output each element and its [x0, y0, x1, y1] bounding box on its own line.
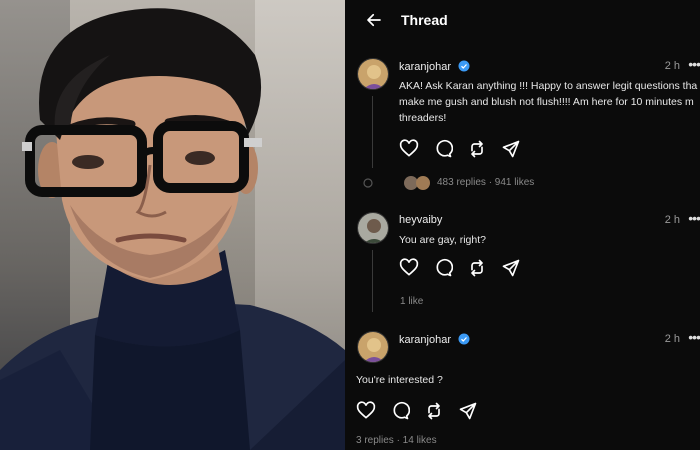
thread-line [372, 250, 373, 312]
repost-icon[interactable] [424, 401, 444, 421]
timestamp: 2 h [664, 214, 680, 226]
username[interactable]: karanjohar [399, 333, 470, 346]
reply-avatars [363, 175, 435, 191]
post-text: AKA! Ask Karan anything !!! Happy to ans… [399, 78, 700, 126]
share-icon[interactable] [458, 401, 478, 421]
post-stats[interactable]: 1 like [400, 296, 423, 307]
verified-icon [458, 60, 470, 72]
share-icon[interactable] [501, 258, 521, 278]
repost-icon[interactable] [467, 139, 487, 159]
thread-line [372, 96, 373, 168]
thread-panel: Thread karanjohar 2 h ••• AKA! Ask Karan… [345, 0, 700, 450]
post-text-line: You are gay, right? [399, 234, 486, 246]
timestamp: 2 h [664, 60, 680, 72]
username-text[interactable]: karanjohar [399, 61, 451, 73]
repost-icon[interactable] [467, 258, 487, 278]
timestamp: 2 h [664, 333, 680, 345]
username-text[interactable]: karanjohar [399, 334, 451, 346]
post-stats[interactable]: 483 replies · 941 likes [437, 177, 534, 188]
comment-icon[interactable] [390, 401, 410, 421]
action-bar [399, 139, 521, 159]
more-options-icon[interactable]: ••• [688, 56, 700, 72]
back-arrow-icon[interactable] [365, 11, 383, 29]
heart-icon[interactable] [356, 401, 376, 421]
action-bar [356, 401, 478, 421]
post-stats[interactable]: 3 replies · 14 likes [356, 435, 437, 446]
verified-icon [458, 333, 470, 345]
more-options-icon[interactable]: ••• [688, 329, 700, 345]
post-text-line: You're interested ? [356, 374, 443, 386]
heart-icon[interactable] [399, 139, 419, 159]
page-title: Thread [401, 12, 448, 28]
photo-panel [0, 0, 345, 450]
post-text-line: make me gush and blush not flush!!!! Am … [399, 96, 694, 108]
post-text: You are gay, right? [399, 232, 700, 248]
more-options-icon[interactable]: ••• [688, 210, 700, 226]
heart-icon[interactable] [399, 258, 419, 278]
portrait-photo [0, 8, 345, 450]
post-text-line: AKA! Ask Karan anything !!! Happy to ans… [399, 80, 698, 92]
username[interactable]: heyvaiby [399, 214, 442, 226]
avatar[interactable] [357, 212, 389, 244]
share-icon[interactable] [501, 139, 521, 159]
comment-icon[interactable] [433, 139, 453, 159]
post-text-line: threaders! [399, 112, 447, 124]
username-text[interactable]: heyvaiby [399, 214, 442, 226]
post-text: You're interested ? [356, 374, 443, 386]
action-bar [399, 258, 521, 278]
avatar[interactable] [357, 58, 389, 90]
username[interactable]: karanjohar [399, 60, 470, 73]
comment-icon[interactable] [433, 258, 453, 278]
avatar[interactable] [357, 331, 389, 363]
top-bar: Thread [345, 0, 700, 40]
